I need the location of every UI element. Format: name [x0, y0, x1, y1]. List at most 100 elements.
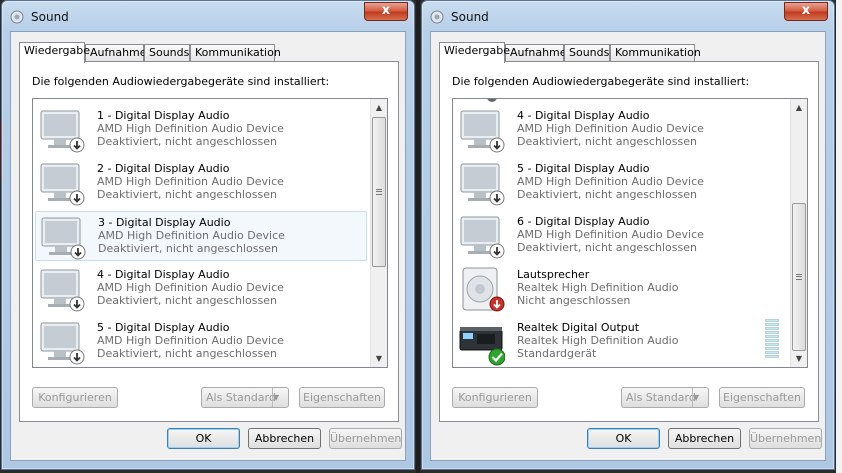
cancel-button[interactable]: Abbrechen: [668, 428, 741, 449]
device-driver: Realtek High Definition Audio: [517, 281, 679, 294]
tab-wiedergabe[interactable]: Wiedergabe: [439, 42, 510, 63]
device-name: 4 - Digital Display Audio: [517, 109, 650, 122]
monitor-icon: [460, 216, 505, 259]
cancel-button[interactable]: Abbrechen: [248, 428, 321, 449]
device-item[interactable]: 1 - Digital Display Audio AMD High Defini…: [35, 105, 367, 155]
device-driver: AMD High Definition Audio Device: [97, 334, 284, 347]
tab-aufnahme[interactable]: Aufnahme: [505, 44, 567, 62]
device-item[interactable]: 4 - Digital Display Audio AMD High Defini…: [455, 105, 787, 155]
scroll-up-arrow-icon[interactable]: ▲: [371, 99, 387, 116]
chevron-down-icon[interactable]: ▼: [272, 388, 288, 407]
device-driver: AMD High Definition Audio Device: [97, 281, 284, 294]
device-name: 1 - Digital Display Audio: [97, 109, 230, 122]
device-name: 5 - Digital Display Audio: [97, 321, 230, 334]
device-name: Realtek Digital Output: [517, 321, 640, 334]
monitor-icon: [40, 269, 85, 312]
list-caption: Die folgenden Audiowiedergabegeräte sind…: [452, 75, 750, 88]
device-status: Deaktiviert, nicht angeschlossen: [517, 135, 697, 148]
device-status: Deaktiviert, nicht angeschlossen: [97, 188, 277, 201]
tab-sounds[interactable]: Sounds: [564, 44, 610, 62]
device-driver: AMD High Definition Audio Device: [517, 228, 704, 241]
device-list[interactable]: 4 - Digital Display Audio AMD High Defini…: [452, 98, 808, 368]
list-caption: Die folgenden Audiowiedergabegeräte sind…: [32, 75, 330, 88]
chevron-down-icon[interactable]: ▼: [692, 388, 708, 407]
apply-button[interactable]: Übernehmen: [329, 428, 402, 449]
device-status: Deaktiviert, nicht angeschlossen: [517, 188, 697, 201]
device-item[interactable]: Lautsprecher Realtek High Definition Audi…: [455, 264, 787, 314]
title-bar[interactable]: Sound x: [2, 1, 414, 31]
tab-aufnahme[interactable]: Aufnahme: [85, 44, 147, 62]
speaker-icon: [462, 267, 505, 312]
device-name: 6 - Digital Display Audio: [517, 215, 650, 228]
device-status: Nicht angeschlossen: [517, 294, 631, 307]
monitor-icon: [41, 217, 86, 260]
tab-panel-wiedergabe: Die folgenden Audiowiedergabegeräte sind…: [439, 61, 819, 422]
device-driver: AMD High Definition Audio Device: [517, 175, 704, 188]
device-status: Deaktiviert, nicht angeschlossen: [98, 242, 278, 255]
device-status: Deaktiviert, nicht angeschlossen: [97, 347, 277, 360]
device-item[interactable]: 5 - Digital Display Audio AMD High Defini…: [35, 317, 367, 367]
vertical-scrollbar[interactable]: ▲ ▼: [370, 99, 387, 367]
background-right-edge: [836, 0, 842, 473]
device-item[interactable]: 6 - Digital Display Audio AMD High Defini…: [455, 211, 787, 261]
set-default-label: Als Standard: [626, 391, 696, 404]
dialog-client-area: Wiedergabe Aufnahme Sounds Kommunikation…: [430, 31, 826, 461]
properties-button[interactable]: Eigenschaften: [719, 387, 805, 408]
device-item[interactable]: 4 - Digital Display Audio AMD High Defini…: [35, 264, 367, 314]
volume-meter: [765, 319, 779, 361]
device-list-items: 1 - Digital Display Audio AMD High Defini…: [33, 99, 371, 367]
set-default-split-button[interactable]: Als Standard ▼: [201, 387, 289, 408]
tab-kommunikation[interactable]: Kommunikation: [190, 44, 281, 62]
device-item[interactable]: Realtek Digital Output Realtek High Defin…: [455, 317, 787, 367]
window-title: Sound: [31, 10, 69, 24]
ok-button[interactable]: OK: [167, 428, 240, 449]
monitor-icon: [40, 110, 85, 153]
tab-wiedergabe[interactable]: Wiedergabe: [19, 42, 90, 63]
title-bar[interactable]: Sound x: [422, 1, 834, 31]
scroll-thumb[interactable]: [372, 117, 386, 267]
tab-sounds[interactable]: Sounds: [144, 44, 190, 62]
set-default-label: Als Standard: [206, 391, 276, 404]
scroll-down-arrow-icon[interactable]: ▼: [791, 350, 807, 367]
dialog-client-area: Wiedergabe Aufnahme Sounds Kommunikation…: [10, 31, 406, 461]
tab-panel-wiedergabe: Die folgenden Audiowiedergabegeräte sind…: [19, 61, 399, 422]
apply-button[interactable]: Übernehmen: [749, 428, 822, 449]
digital-output-icon: [459, 327, 505, 366]
device-name: 5 - Digital Display Audio: [517, 162, 650, 175]
vertical-scrollbar[interactable]: ▲ ▼: [790, 99, 807, 367]
sound-app-icon: [430, 10, 444, 24]
configure-button[interactable]: Konfigurieren: [452, 387, 538, 408]
background-gap: [416, 0, 420, 473]
monitor-icon: [460, 110, 505, 153]
grip-icon: [376, 189, 382, 195]
device-driver: AMD High Definition Audio Device: [97, 175, 284, 188]
set-default-split-button[interactable]: Als Standard ▼: [621, 387, 709, 408]
device-item[interactable]: 2 - Digital Display Audio AMD High Defini…: [35, 158, 367, 208]
scroll-thumb[interactable]: [792, 203, 806, 351]
scroll-down-arrow-icon[interactable]: ▼: [371, 350, 387, 367]
device-driver: AMD High Definition Audio Device: [517, 122, 704, 135]
device-status: Deaktiviert, nicht angeschlossen: [517, 241, 697, 254]
configure-button[interactable]: Konfigurieren: [32, 387, 118, 408]
device-driver: AMD High Definition Audio Device: [98, 229, 285, 242]
window-title: Sound: [451, 10, 489, 24]
device-list-items: 4 - Digital Display Audio AMD High Defini…: [453, 99, 791, 367]
device-status: Deaktiviert, nicht angeschlossen: [97, 294, 277, 307]
properties-button[interactable]: Eigenschaften: [299, 387, 385, 408]
ok-button[interactable]: OK: [587, 428, 660, 449]
device-name: Lautsprecher: [517, 268, 590, 281]
scroll-up-arrow-icon[interactable]: ▲: [791, 99, 807, 116]
device-list[interactable]: 1 - Digital Display Audio AMD High Defini…: [32, 98, 388, 368]
device-driver: Realtek High Definition Audio: [517, 334, 679, 347]
close-button[interactable]: x: [364, 2, 408, 21]
monitor-icon: [40, 163, 85, 206]
monitor-icon: [40, 322, 85, 365]
close-button[interactable]: x: [784, 2, 828, 21]
tab-kommunikation[interactable]: Kommunikation: [610, 44, 701, 62]
device-name: 4 - Digital Display Audio: [97, 268, 230, 281]
device-status: Deaktiviert, nicht angeschlossen: [97, 135, 277, 148]
grip-icon: [796, 274, 802, 280]
monitor-icon: [460, 163, 505, 206]
device-item[interactable]: 3 - Digital Display Audio AMD High Defini…: [35, 211, 367, 261]
device-item[interactable]: 5 - Digital Display Audio AMD High Defini…: [455, 158, 787, 208]
